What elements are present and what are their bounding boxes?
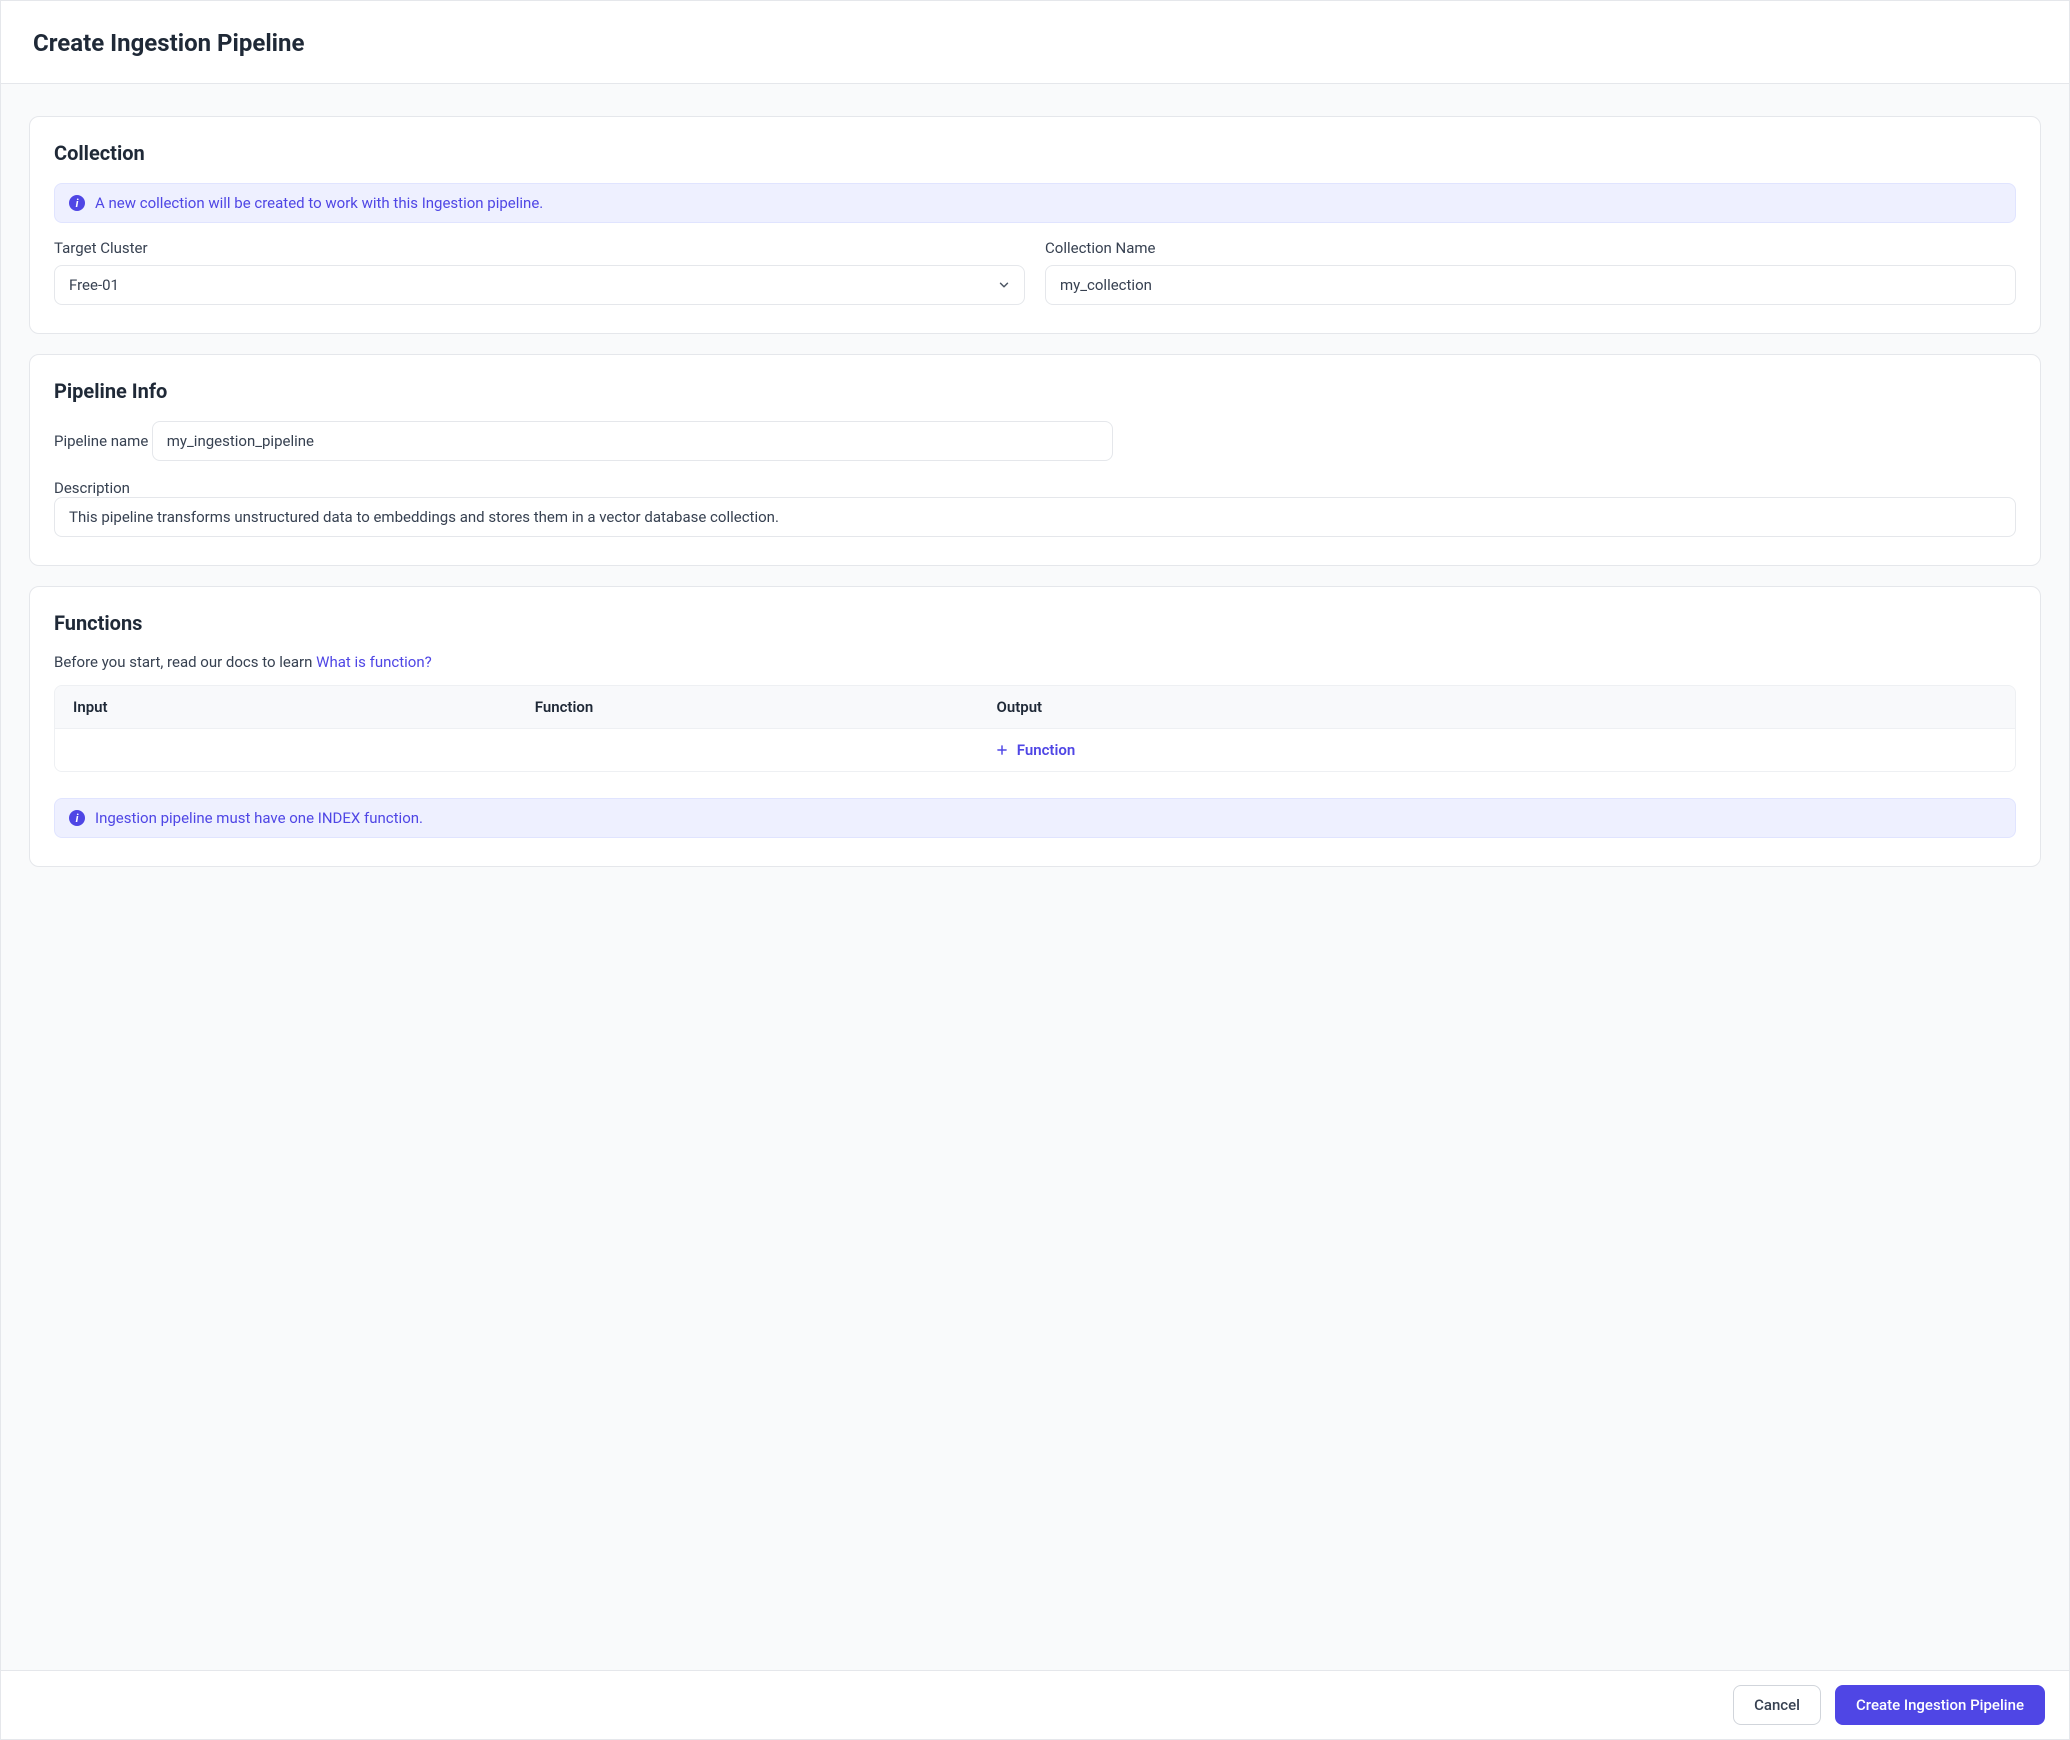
functions-section-title: Functions: [54, 611, 2016, 635]
page-title: Create Ingestion Pipeline: [33, 29, 2037, 57]
th-output: Output: [997, 698, 1998, 716]
collection-name-label: Collection Name: [1045, 239, 2016, 257]
collection-section-title: Collection: [54, 141, 2016, 165]
pipeline-info-section-title: Pipeline Info: [54, 379, 2016, 403]
create-pipeline-button[interactable]: Create Ingestion Pipeline: [1835, 1685, 2045, 1725]
functions-warning-text: Ingestion pipeline must have one INDEX f…: [95, 809, 423, 827]
what-is-function-link[interactable]: What is function?: [316, 653, 432, 671]
pipeline-name-field: Pipeline name: [54, 421, 2016, 461]
functions-table: Input Function Output Function: [54, 685, 2016, 772]
plus-icon: [995, 743, 1009, 757]
pipeline-name-input[interactable]: [152, 421, 1113, 461]
target-cluster-select-wrap: Free-01: [54, 265, 1025, 305]
collection-form-row: Target Cluster Free-01 Collection Name: [54, 239, 2016, 305]
functions-section: Functions Before you start, read our doc…: [29, 586, 2041, 867]
th-function: Function: [535, 698, 997, 716]
functions-warning-banner: i Ingestion pipeline must have one INDEX…: [54, 798, 2016, 838]
pipeline-info-section: Pipeline Info Pipeline name Description: [29, 354, 2041, 566]
functions-hint: Before you start, read our docs to learn…: [54, 653, 2016, 671]
pipeline-description-input[interactable]: [54, 497, 2016, 537]
cancel-button[interactable]: Cancel: [1733, 1685, 1821, 1725]
target-cluster-label: Target Cluster: [54, 239, 1025, 257]
pipeline-name-label: Pipeline name: [54, 432, 148, 450]
target-cluster-select[interactable]: Free-01: [54, 265, 1025, 305]
functions-table-header: Input Function Output: [55, 686, 2015, 728]
collection-info-banner: i A new collection will be created to wo…: [54, 183, 2016, 223]
add-function-label: Function: [1017, 741, 1075, 759]
info-icon: i: [69, 810, 85, 826]
pipeline-description-field: Description: [54, 479, 2016, 537]
collection-section: Collection i A new collection will be cr…: [29, 116, 2041, 334]
page-wrapper: Create Ingestion Pipeline Collection i A…: [0, 0, 2070, 1740]
add-function-button[interactable]: Function: [55, 728, 2015, 771]
collection-name-field: Collection Name: [1045, 239, 2016, 305]
page-content: Collection i A new collection will be cr…: [1, 84, 2069, 1670]
target-cluster-field: Target Cluster Free-01: [54, 239, 1025, 305]
th-input: Input: [73, 698, 535, 716]
info-icon: i: [69, 195, 85, 211]
footer: Cancel Create Ingestion Pipeline: [1, 1670, 2069, 1739]
functions-hint-prefix: Before you start, read our docs to learn: [54, 653, 316, 671]
collection-name-input[interactable]: [1045, 265, 2016, 305]
pipeline-description-label: Description: [54, 479, 130, 497]
page-header: Create Ingestion Pipeline: [1, 1, 2069, 84]
collection-info-text: A new collection will be created to work…: [95, 194, 543, 212]
